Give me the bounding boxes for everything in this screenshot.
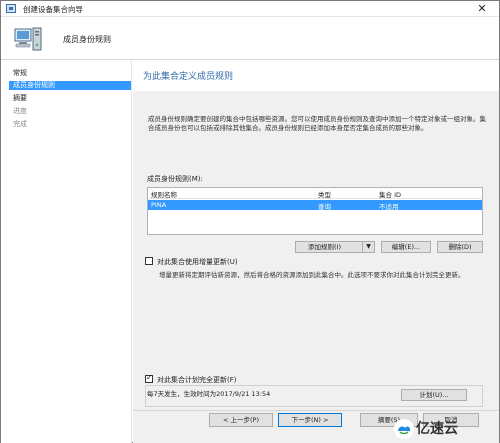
delete-button[interactable]: 删除(D) (437, 241, 483, 253)
next-button[interactable]: 下一步(N) > (278, 413, 342, 427)
chevron-down-icon[interactable]: ▼ (362, 242, 374, 252)
page-description: 成员身份规则确定要创建的集合中包括哪些资源。您可以使用成员身份规则及查询中添加一… (148, 115, 486, 132)
add-rule-label: 添加规则(I) (308, 243, 341, 251)
app-icon (6, 4, 16, 13)
window-title: 创建设备集合向导 (23, 5, 83, 14)
column-header-collection-id[interactable]: 集合 ID (379, 189, 401, 199)
schedule-button[interactable]: 计划(U)... (401, 389, 467, 401)
schedule-summary: 每7天发生，生效时间为2017/9/21 13:54 (147, 390, 271, 398)
collection-id-cell: 不适用 (379, 203, 399, 211)
add-rule-button[interactable]: 添加规则(I) ▼ (295, 241, 375, 253)
wizard-header: 成员身份规则 (1, 18, 499, 60)
incremental-update-label: 对此集合使用增量更新(U) (157, 258, 238, 266)
edit-button[interactable]: 编辑(E)... (381, 241, 431, 253)
page-heading-area: 为此集合定义成员规则 (133, 61, 499, 91)
footer-divider (133, 410, 499, 411)
watermark: 亿速云 (394, 414, 500, 443)
wizard-nav: 常规 成员身份规则 摘要 进度 完成 (1, 61, 132, 443)
nav-item-progress: 进度 (13, 107, 27, 115)
table-row[interactable]: PINA 查询 不适用 (148, 200, 482, 211)
previous-button[interactable]: < 上一步(P) (209, 413, 273, 427)
nav-item-completion: 完成 (13, 120, 27, 128)
main-panel: 为此集合定义成员规则 成员身份规则确定要创建的集合中包括哪些资源。您可以使用成员… (133, 61, 499, 443)
list-header: 规则名称 类型 集合 ID (148, 188, 482, 199)
rules-list-label: 成员身份规则(M): (147, 175, 203, 183)
full-update-checkbox[interactable] (145, 373, 153, 383)
nav-item-membership-rules[interactable]: 成员身份规则 (9, 81, 131, 90)
rule-type-cell: 查询 (318, 203, 331, 211)
incremental-update-checkbox[interactable] (145, 257, 153, 265)
incremental-update-description: 增量更新将定期评估新资源，然后将合格的资源添加到此集合中。此选项不要求你对此集合… (159, 271, 465, 279)
close-button[interactable]: ✕ (471, 1, 493, 16)
watermark-text: 亿速云 (416, 421, 458, 437)
column-header-type[interactable]: 类型 (318, 189, 331, 199)
nav-item-summary[interactable]: 摘要 (9, 94, 131, 103)
membership-rules-list[interactable]: 规则名称 类型 集合 ID PINA 查询 不适用 (147, 187, 483, 235)
rule-name-cell: PINA (151, 201, 167, 209)
cloud-logo-icon (394, 419, 414, 439)
wizard-window: 创建设备集合向导 ✕ 成员身份规则 常规 成员身份规则 摘要 进度 完成 为此集… (0, 0, 500, 443)
title-bar: 创建设备集合向导 ✕ (1, 1, 499, 17)
header-title: 成员身份规则 (63, 35, 111, 44)
nav-item-general[interactable]: 常规 (9, 69, 131, 78)
column-header-rule-name[interactable]: 规则名称 (151, 189, 177, 199)
page-title: 为此集合定义成员规则 (143, 72, 234, 82)
full-update-label: 对此集合计划完全更新(F) (157, 376, 237, 384)
computer-icon (14, 27, 42, 51)
